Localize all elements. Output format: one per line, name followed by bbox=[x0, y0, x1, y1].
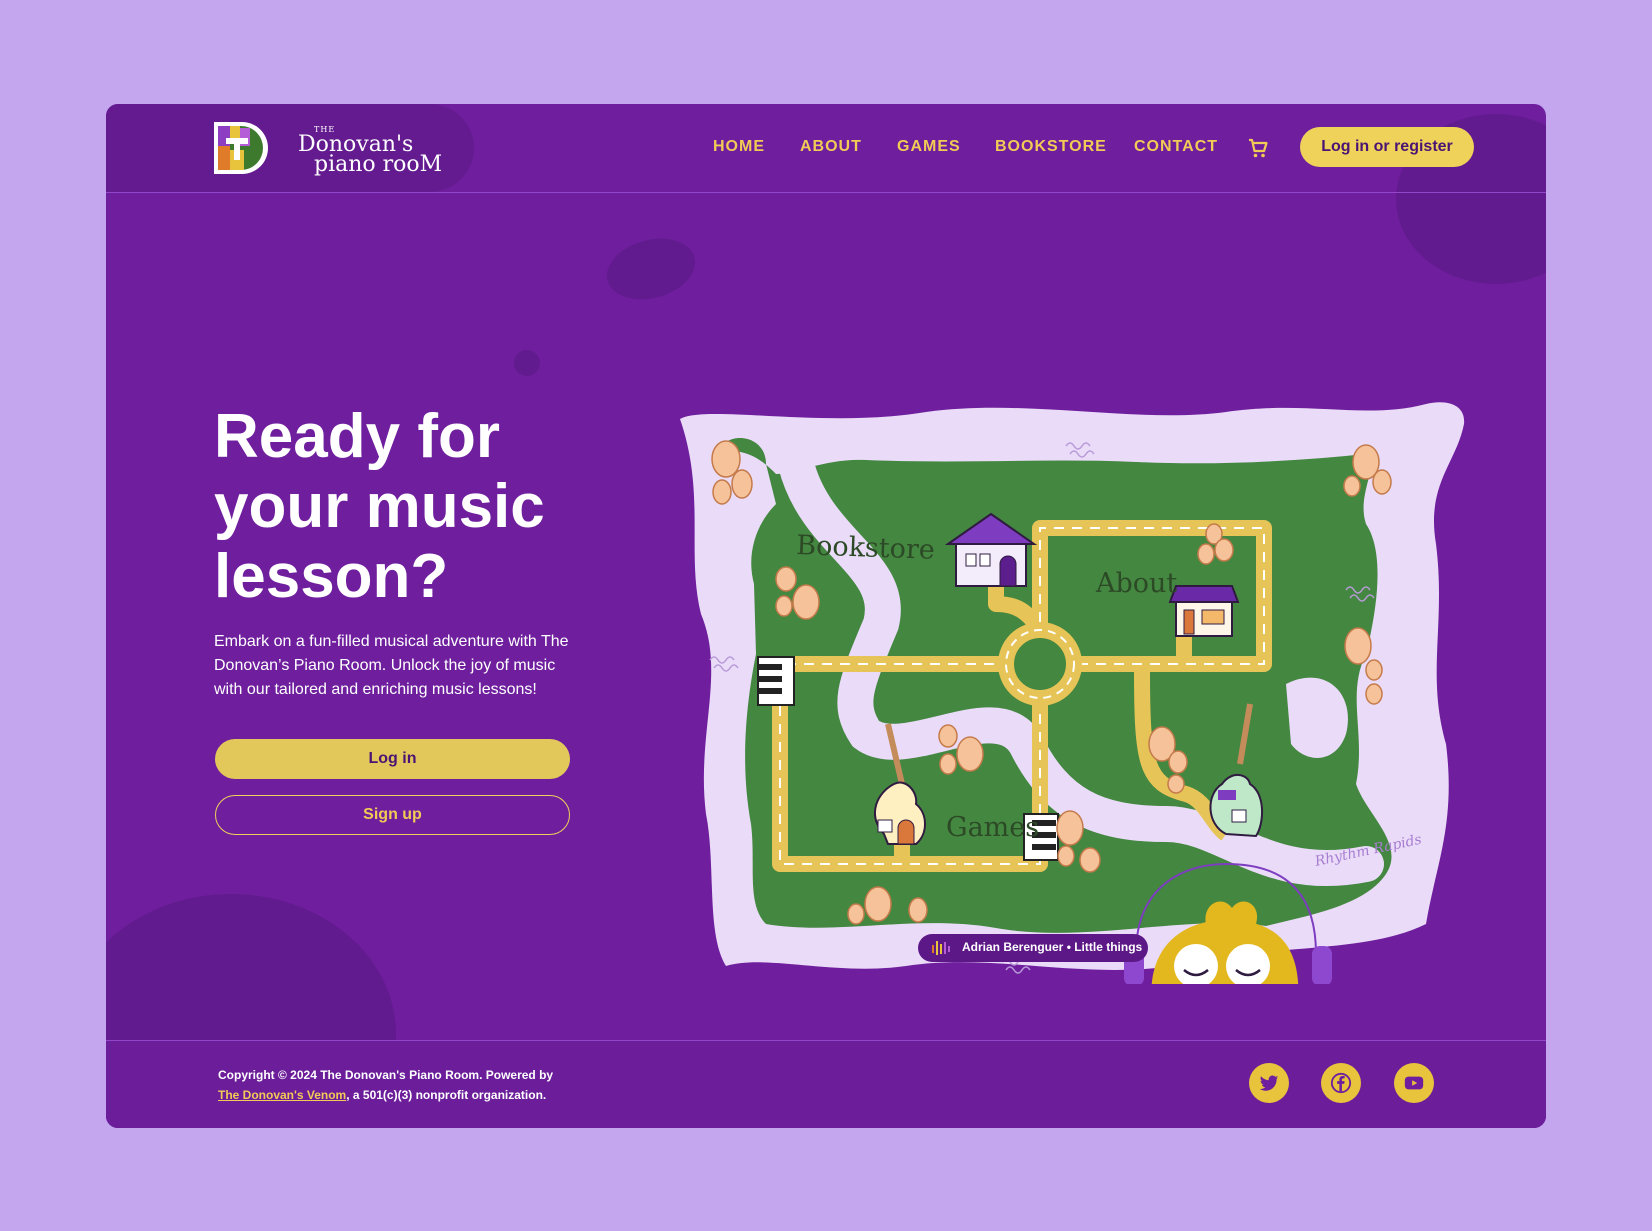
cart-icon[interactable] bbox=[1246, 136, 1270, 160]
logo-d-icon bbox=[214, 122, 268, 174]
signup-button[interactable]: Sign up bbox=[215, 795, 570, 835]
site-header: THE Donovan's piano rooM HOME ABOUT GAME… bbox=[106, 104, 1546, 193]
youtube-icon bbox=[1404, 1076, 1424, 1090]
now-playing-pill[interactable]: Adrian Berenguer • Little things bbox=[918, 934, 1148, 962]
nav-about[interactable]: ABOUT bbox=[800, 138, 862, 156]
now-playing-text: Adrian Berenguer • Little things bbox=[962, 940, 1143, 954]
decor-dot bbox=[514, 350, 540, 376]
about-house-icon[interactable] bbox=[1168, 585, 1240, 637]
lesson-map: Bookstore About Games Rhythm Rapids bbox=[680, 402, 1465, 984]
main-card: THE Donovan's piano rooM HOME ABOUT GAME… bbox=[106, 104, 1546, 1128]
map-label-games[interactable]: Games bbox=[946, 812, 1039, 843]
login-register-button[interactable]: Log in or register bbox=[1300, 127, 1474, 167]
site-footer: Copyright © 2024 The Donovan's Piano Roo… bbox=[106, 1040, 1546, 1128]
nav-bookstore[interactable]: BOOKSTORE bbox=[995, 138, 1107, 156]
facebook-button[interactable] bbox=[1321, 1063, 1361, 1103]
piano-crossing-left bbox=[757, 656, 795, 706]
nav-home[interactable]: HOME bbox=[713, 138, 765, 156]
twitter-button[interactable] bbox=[1249, 1063, 1289, 1103]
hero-subtitle: Embark on a fun-filled musical adventure… bbox=[214, 633, 569, 698]
nav-contact[interactable]: CONTACT bbox=[1134, 138, 1218, 156]
map-label-bookstore[interactable]: Bookstore bbox=[796, 530, 936, 566]
logo-area[interactable]: THE Donovan's piano rooM bbox=[106, 104, 474, 192]
map-label-about[interactable]: About bbox=[1095, 568, 1177, 599]
login-button[interactable]: Log in bbox=[215, 739, 570, 779]
logo-line-2: piano rooM bbox=[314, 152, 443, 177]
copyright-suffix: , a 501(c)(3) nonprofit organization. bbox=[346, 1088, 547, 1102]
twitter-icon bbox=[1259, 1075, 1279, 1091]
powered-by-link[interactable]: The Donovan's Venom bbox=[218, 1088, 346, 1102]
copyright-text: Copyright © 2024 The Donovan's Piano Roo… bbox=[218, 1068, 554, 1082]
youtube-button[interactable] bbox=[1394, 1063, 1434, 1103]
facebook-icon bbox=[1330, 1072, 1352, 1094]
footer-copyright: Copyright © 2024 The Donovan's Piano Roo… bbox=[218, 1065, 558, 1105]
audio-bars-icon bbox=[932, 941, 950, 955]
nav-games[interactable]: GAMES bbox=[897, 138, 961, 156]
hero-title: Ready for your music lesson? bbox=[214, 402, 545, 611]
